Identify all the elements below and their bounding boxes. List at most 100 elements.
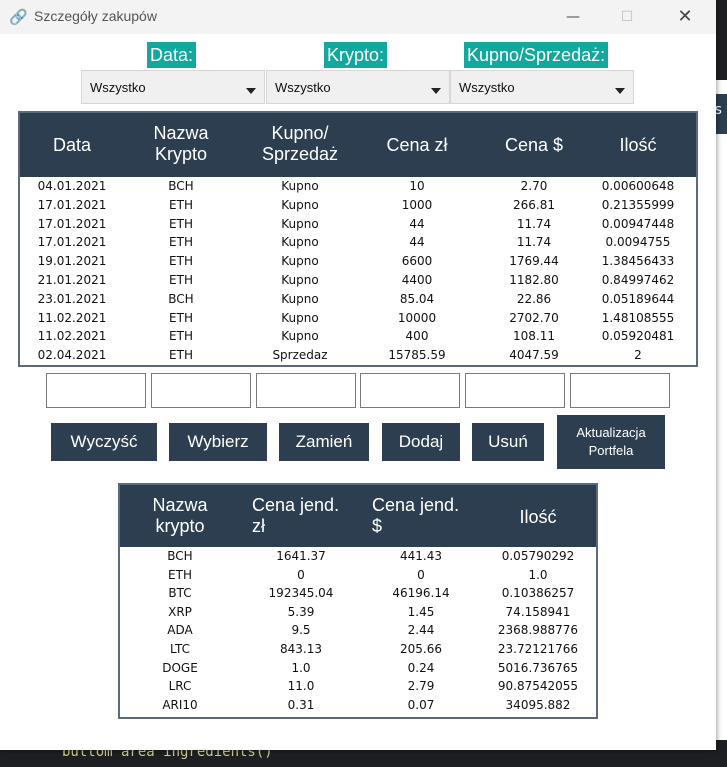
table-cell: 843.13	[280, 642, 322, 656]
crypto-filter-select[interactable]: Wszystko	[266, 70, 450, 104]
table-cell: 1000	[401, 197, 433, 212]
update-portfolio-label: Aktualizacja Portfela	[576, 425, 646, 458]
table-cell: 85.04	[399, 291, 435, 306]
table-cell: 0.10386257	[501, 586, 575, 601]
table-cell: 205.66	[400, 642, 442, 656]
update-portfolio-button[interactable]: Aktualizacja Portfela	[557, 415, 665, 469]
table-row[interactable]: XRP 5.39 1.45 74.158941	[120, 605, 596, 624]
table-cell: Kupno	[281, 197, 319, 212]
column-header-price-pln[interactable]: Cena zł	[367, 135, 467, 156]
column-header-crypto-name[interactable]: Nazwa Krypto	[129, 123, 233, 165]
date-filter-label: Data:	[147, 42, 197, 68]
table-cell: 400	[405, 329, 429, 344]
table-row[interactable]: LRC 11.0 2.79 90.87542055	[120, 679, 596, 698]
table-cell: 17.01.2021	[37, 216, 107, 231]
table-row[interactable]: ADA 9.5 2.44 2368.988776	[120, 623, 596, 642]
column-header-quantity[interactable]: Ilość	[588, 135, 688, 156]
buy-sell-filter-label: Kupno/Sprzedaż:	[464, 42, 609, 68]
table-cell: ETH	[169, 310, 193, 325]
header-line: Cena jend. $	[372, 495, 460, 536]
table-cell: 2	[634, 348, 642, 363]
table-cell: BCH	[168, 179, 194, 193]
table-cell: 0.84997462	[601, 273, 675, 287]
table-cell: 2702.70	[509, 310, 559, 325]
entry-field-5[interactable]	[465, 373, 565, 408]
table-row[interactable]: 11.02.2021 ETH Kupno 10000 2702.70 1.48108555	[20, 311, 696, 330]
select-button[interactable]: Wybierz	[169, 423, 267, 461]
table-cell: 441.43	[400, 549, 442, 563]
portfolio-table[interactable]: Nazwa krypto Cena jend. zł Cena jend. $ Ilo…	[118, 483, 598, 719]
table-row[interactable]: 11.02.2021 ETH Kupno 400 108.11 0.05920481	[20, 329, 696, 348]
column-header-quantity[interactable]: Ilość	[488, 507, 588, 528]
column-header-unit-price-pln[interactable]: Cena jend. zł	[246, 495, 356, 537]
close-button[interactable]: ✕	[670, 4, 700, 30]
table-cell: 5016.736765	[497, 660, 579, 675]
table-row[interactable]: BCH 1641.37 441.43 0.05790292	[120, 549, 596, 568]
replace-button[interactable]: Zamień	[279, 423, 369, 461]
table-cell: 0	[297, 567, 305, 582]
table-cell: ETH	[169, 197, 193, 212]
entry-field-6[interactable]	[570, 373, 670, 408]
table-cell: 2.79	[407, 679, 435, 694]
table-row[interactable]: ETH 0 0 1.0	[120, 568, 596, 587]
table-cell: 17.01.2021	[37, 197, 107, 212]
table-row[interactable]: DOGE 1.0 0.24 5016.736765	[120, 661, 596, 680]
table-cell: DOGE	[162, 660, 198, 675]
column-header-date[interactable]: Data	[20, 135, 124, 156]
minimize-button[interactable]: —	[558, 4, 588, 30]
column-header-unit-price-usd[interactable]: Cena jend. $	[366, 495, 476, 537]
chevron-down-icon	[246, 88, 256, 94]
header-line: Kupno/Sprzedaż	[261, 123, 339, 164]
column-header-price-usd[interactable]: Cena $	[479, 135, 589, 156]
table-row[interactable]: 04.01.2021 BCH Kupno 10 2.70 0.00600648	[20, 179, 696, 198]
entry-field-2[interactable]	[151, 373, 251, 408]
table-cell: XRP	[168, 604, 192, 619]
table-cell: 1.45	[407, 604, 435, 619]
clear-button[interactable]: Wyczyść	[51, 423, 157, 461]
table-row[interactable]: 17.01.2021 ETH Kupno 1000 266.81 0.21355999	[20, 198, 696, 217]
maximize-button[interactable]: ☐	[612, 4, 642, 30]
column-header-crypto-name[interactable]: Nazwa krypto	[130, 495, 230, 537]
table-cell: Sprzedaz	[272, 348, 328, 363]
table-cell: 0.24	[407, 660, 435, 675]
table-cell: 0.00600648	[601, 179, 675, 193]
table-cell: 0.05790292	[501, 549, 575, 563]
table-cell: BCH	[167, 549, 193, 563]
buy-sell-filter-select[interactable]: Wszystko	[450, 70, 634, 104]
table-cell: 0.0094755	[605, 235, 671, 250]
table-row[interactable]: 19.01.2021 ETH Kupno 6600 1769.44 1.38456433	[20, 254, 696, 273]
column-header-buy-sell[interactable]: Kupno/Sprzedaż	[238, 123, 362, 165]
entry-field-3[interactable]	[256, 373, 356, 408]
table-row[interactable]: LTC 843.13 205.66 23.72121766	[120, 642, 596, 661]
table-row[interactable]: 21.01.2021 ETH Kupno 4400 1182.80 0.84997462	[20, 273, 696, 292]
table-cell: 1.38456433	[601, 254, 675, 269]
table-cell: 0.07	[407, 697, 435, 712]
table-row[interactable]: 17.01.2021 ETH Kupno 44 11.74 0.0094755	[20, 235, 696, 254]
header-line: Cena jend. zł	[252, 495, 340, 536]
entry-field-4[interactable]	[360, 373, 460, 408]
link-icon: 🔗	[9, 8, 28, 26]
header-line: Nazwa Krypto	[153, 123, 209, 164]
table-cell: 6600	[401, 254, 433, 269]
transactions-table[interactable]: Data Nazwa Krypto Kupno/Sprzedaż Cena zł …	[18, 111, 698, 367]
table-cell: BCH	[168, 291, 194, 306]
table-row[interactable]: BTC 192345.04 46196.14 0.10386257	[120, 586, 596, 605]
table-cell: 44	[409, 235, 425, 250]
remove-button[interactable]: Usuń	[472, 423, 544, 461]
table-row[interactable]: ARI10 0.31 0.07 34095.882	[120, 698, 596, 717]
table-row[interactable]: 02.04.2021 ETH Sprzedaz 15785.59 4047.59 2	[20, 348, 696, 367]
title-bar[interactable]: 🔗 Szczegóły zakupów — ☐ ✕	[0, 0, 716, 34]
table-cell: 34095.882	[505, 697, 571, 712]
date-filter-select[interactable]: Wszystko	[81, 70, 265, 104]
date-filter-value: Wszystko	[90, 80, 146, 95]
table-cell: 192345.04	[268, 586, 334, 601]
add-button[interactable]: Dodaj	[382, 423, 460, 461]
table-row[interactable]: 17.01.2021 ETH Kupno 44 11.74 0.00947448	[20, 217, 696, 236]
table-cell: Kupno	[281, 310, 319, 325]
table-row[interactable]: 23.01.2021 BCH Kupno 85.04 22.86 0.05189644	[20, 292, 696, 311]
table-cell: Kupno	[281, 273, 319, 287]
entry-field-1[interactable]	[46, 373, 146, 408]
crypto-filter-value: Wszystko	[275, 80, 331, 95]
table-cell: 2368.988776	[497, 623, 579, 638]
table-cell: 2.70	[520, 179, 548, 193]
